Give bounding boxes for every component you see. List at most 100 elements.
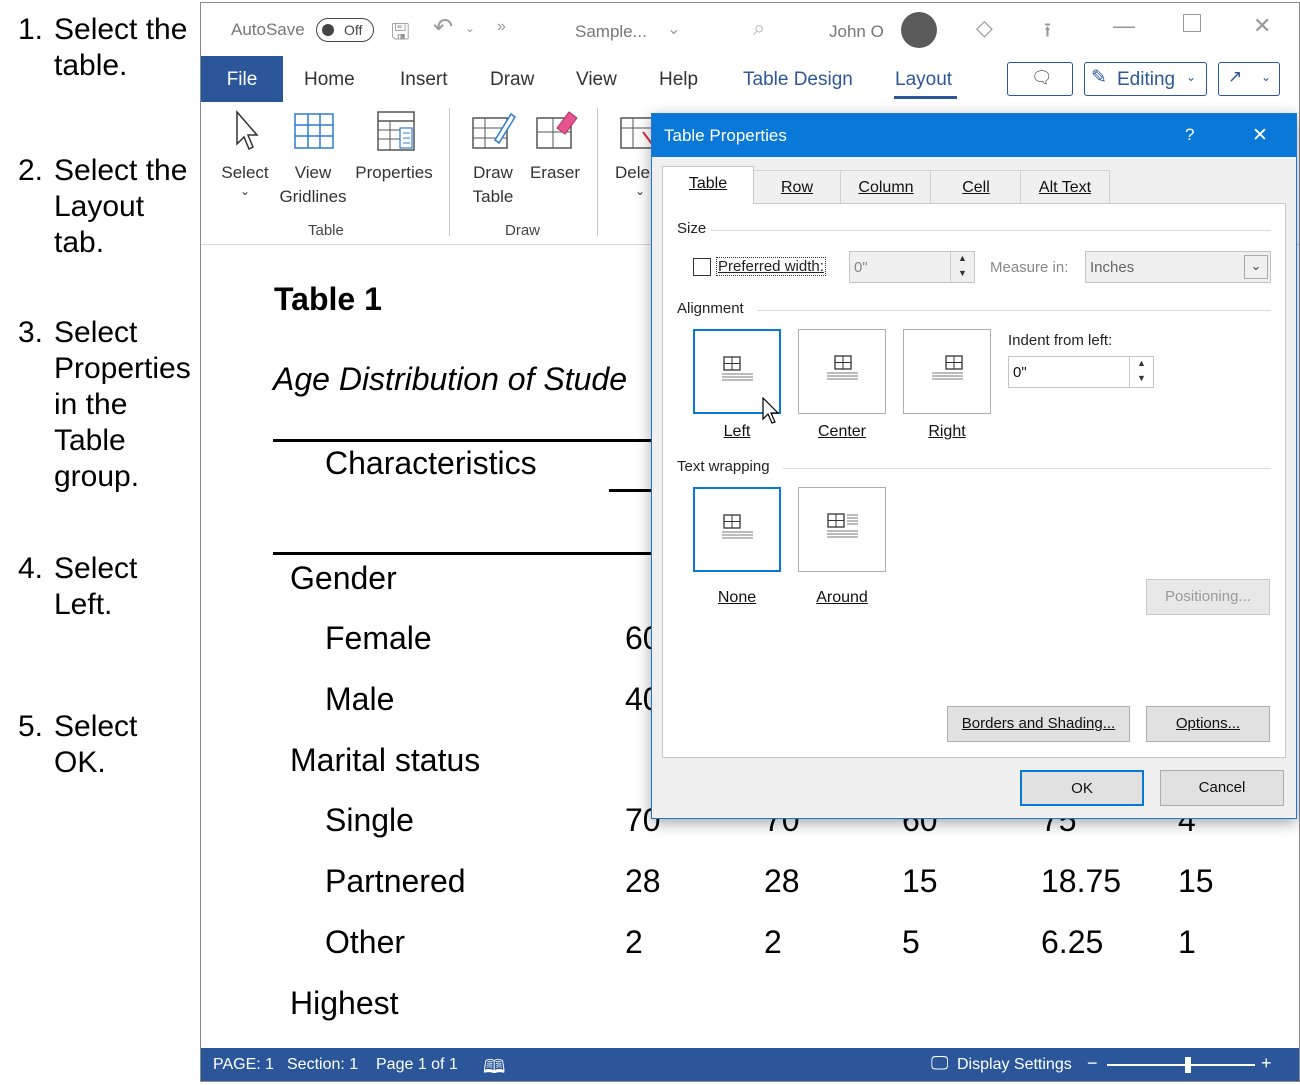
diamond-icon[interactable]: ◇ (976, 15, 993, 41)
save-icon[interactable]: 🖫 (391, 15, 410, 53)
share-button[interactable]: ↗ ⌄ (1218, 62, 1280, 96)
view-gridlines-button[interactable]: View Gridlines (277, 108, 349, 209)
header-sub-rule (609, 489, 653, 492)
status-section[interactable]: Section: 1 (287, 1056, 358, 1074)
cell-value: 1 (1178, 924, 1196, 960)
close-icon[interactable]: ✕ (1253, 13, 1271, 39)
tab-label: Cell (962, 179, 990, 196)
ok-button[interactable]: OK (1020, 770, 1144, 806)
properties-label: Properties (355, 163, 433, 182)
user-name[interactable]: John O (829, 22, 884, 42)
preferred-width-input[interactable]: 0" ▲ ▼ (849, 251, 975, 283)
more-commands-icon[interactable]: » (497, 18, 506, 36)
tab-table-design[interactable]: Table Design (743, 56, 853, 102)
table-title: Table 1 (274, 281, 382, 317)
autosave-state: Off (344, 22, 363, 38)
select-button[interactable]: Select ⌄ (215, 108, 275, 197)
chevron-down-icon: ⌄ (1261, 70, 1272, 84)
align-center-label: Center (792, 423, 892, 441)
cursor-arrow-icon (236, 109, 259, 151)
book-check-icon[interactable]: 🕮 (483, 1053, 505, 1085)
maximize-icon[interactable] (1183, 14, 1201, 32)
ribbon-display-icon[interactable]: ⭱ (1044, 16, 1051, 50)
zoom-slider-thumb[interactable] (1185, 1057, 1191, 1073)
status-page[interactable]: PAGE: 1 (213, 1056, 274, 1074)
tab-insert[interactable]: Insert (400, 56, 448, 102)
undo-dropdown-icon[interactable]: ⌄ (465, 21, 475, 35)
properties-button[interactable]: Properties (351, 108, 437, 185)
dialog-title-bar[interactable]: Table Properties ? ✕ (652, 114, 1296, 157)
help-button[interactable]: ? (1185, 125, 1194, 145)
tab-help[interactable]: Help (659, 56, 698, 102)
avatar[interactable] (901, 12, 937, 48)
spin-up-icon[interactable]: ▲ (1130, 357, 1153, 372)
dialog-close-button[interactable]: ✕ (1252, 124, 1268, 147)
options-button[interactable]: Options... (1146, 706, 1270, 742)
zoom-out-button[interactable]: − (1087, 1053, 1098, 1074)
group-label-table: Table (308, 222, 344, 239)
tab-row[interactable]: Row (752, 170, 842, 203)
tab-label: Alt Text (1038, 179, 1092, 196)
tab-home[interactable]: Home (304, 56, 355, 102)
cell-value: 15 (902, 863, 938, 899)
tab-file[interactable]: File (201, 56, 283, 102)
eraser-button[interactable]: Eraser (525, 108, 585, 185)
draw-table-button[interactable]: Draw Table (463, 108, 523, 209)
wrap-around-option[interactable] (798, 487, 886, 572)
tab-draw[interactable]: Draw (490, 56, 534, 102)
comments-button[interactable]: 🗨 (1007, 62, 1073, 96)
zoom-slider-track[interactable] (1107, 1064, 1255, 1066)
cell-value: 6.25 (1041, 924, 1104, 960)
search-icon[interactable]: ⌕ (753, 15, 765, 41)
tab-table[interactable]: Table (662, 166, 754, 204)
wrap-around-icon (827, 513, 858, 538)
preferred-width-checkbox[interactable] (693, 258, 711, 276)
cell-value: 28 (764, 863, 800, 899)
display-settings-icon[interactable]: 🖵 (931, 1053, 948, 1074)
tab-label: Table (688, 175, 728, 192)
positioning-button[interactable]: Positioning... (1146, 579, 1270, 615)
align-right-option[interactable] (903, 329, 991, 414)
editing-mode-button[interactable]: ✎ Editing ⌄ (1084, 62, 1207, 96)
indent-spinner[interactable]: ▲ ▼ (1129, 357, 1153, 387)
indent-from-left-label: Indent from left: (1008, 332, 1113, 349)
size-section-label: Size (677, 220, 707, 237)
chevron-down-icon[interactable]: ⌄ (667, 19, 680, 39)
editing-label: Editing (1117, 69, 1176, 90)
cancel-button[interactable]: Cancel (1160, 770, 1284, 806)
align-center-option[interactable] (798, 329, 886, 414)
eraser-icon (536, 111, 578, 149)
tab-column[interactable]: Column (840, 170, 932, 203)
document-name[interactable]: Sample... (575, 22, 647, 42)
tab-label: Column (858, 179, 914, 196)
align-left-option[interactable] (693, 329, 781, 424)
active-tab-underline (894, 96, 957, 99)
wrap-none-option[interactable] (693, 487, 781, 572)
measure-in-label: Measure in: (990, 259, 1069, 276)
preferred-width-label[interactable]: Preferred width: (716, 257, 826, 276)
autosave-toggle[interactable]: Off (316, 18, 374, 42)
chevron-down-icon[interactable]: ⌄ (1244, 255, 1268, 279)
tab-cell[interactable]: Cell (930, 170, 1022, 203)
measure-in-value: Inches (1090, 259, 1135, 276)
row-label-single: Single (325, 802, 414, 838)
tab-label: Row (780, 179, 813, 196)
borders-and-shading-button[interactable]: Borders and Shading... (947, 706, 1130, 742)
undo-icon[interactable]: ↶ (433, 13, 453, 42)
wrap-none-label: None (687, 589, 787, 607)
minimize-icon[interactable]: — (1113, 13, 1135, 39)
indent-from-left-input[interactable]: 0" ▲ ▼ (1008, 356, 1154, 388)
display-settings-label[interactable]: Display Settings (957, 1056, 1072, 1074)
zoom-in-button[interactable]: + (1261, 1053, 1272, 1074)
tab-alt-text[interactable]: Alt Text (1020, 170, 1110, 203)
tab-view[interactable]: View (576, 56, 617, 102)
preferred-width-spinner[interactable]: ▲ ▼ (950, 252, 974, 282)
status-page-of[interactable]: Page 1 of 1 (376, 1056, 458, 1074)
spin-down-icon[interactable]: ▼ (1130, 372, 1153, 387)
measure-in-select[interactable]: Inches ⌄ (1085, 251, 1271, 283)
borders-and-shading-label: Borders and Shading... (961, 715, 1116, 732)
spin-up-icon[interactable]: ▲ (951, 252, 974, 267)
column-header-characteristics: Characteristics (325, 445, 537, 481)
eraser-label: Eraser (529, 163, 581, 182)
spin-down-icon[interactable]: ▼ (951, 267, 974, 282)
